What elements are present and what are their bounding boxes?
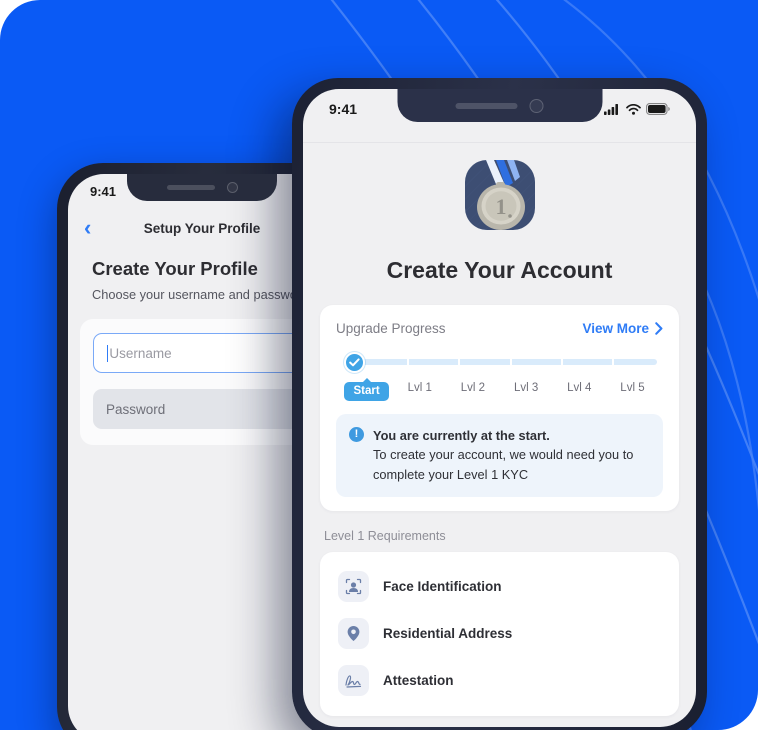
requirements-card: Face Identification Residential Address (320, 552, 679, 717)
back-phone-notch (127, 174, 277, 201)
earpiece-speaker-icon (166, 185, 215, 190)
requirement-row-attestation[interactable]: Attestation (320, 657, 679, 704)
front-phone-device: 9:41 1 Create Your Account Upgrade Progr… (292, 78, 707, 730)
password-placeholder: Password (106, 401, 166, 417)
info-headline: You are currently at the start. (373, 428, 550, 443)
upgrade-progress-card: Upgrade Progress View More Start Lvl 1 L… (320, 305, 679, 512)
status-time: 9:41 (90, 183, 117, 199)
requirement-label: Attestation (383, 673, 454, 689)
requirement-label: Residential Address (383, 626, 513, 642)
level-step-start[interactable]: Start (340, 378, 393, 401)
page-title: Create Your Account (386, 257, 613, 283)
text-caret (107, 344, 109, 362)
level-step-1[interactable]: Lvl 1 (393, 378, 446, 394)
level-step-5[interactable]: Lvl 5 (606, 378, 659, 394)
header-divider (303, 142, 696, 143)
check-circle-icon (344, 352, 365, 373)
cellular-signal-icon (604, 103, 618, 115)
wifi-icon (626, 103, 641, 115)
front-phone-notch (397, 89, 602, 122)
svg-text:1: 1 (495, 194, 506, 219)
location-pin-icon (338, 618, 369, 650)
info-exclamation-icon: ! (349, 427, 364, 442)
status-time: 9:41 (329, 101, 358, 117)
progress-tracker[interactable]: Start Lvl 1 Lvl 2 Lvl 3 Lvl 4 Lvl 5 (340, 352, 659, 401)
requirement-label: Face Identification (383, 579, 502, 595)
start-badge: Start (344, 382, 389, 401)
password-input[interactable]: Password (93, 389, 311, 429)
upgrade-card-header: Upgrade Progress View More (336, 321, 663, 336)
profile-form-card: Username Password (80, 319, 324, 445)
status-icons (604, 103, 670, 115)
hero-illustration: 1 (303, 155, 696, 245)
level-labels: Start Lvl 1 Lvl 2 Lvl 3 Lvl 4 Lvl 5 (340, 378, 659, 401)
medal-1st-place-icon: 1 (464, 160, 535, 230)
username-input[interactable]: Username (93, 333, 311, 373)
earpiece-speaker-icon (455, 102, 518, 109)
view-more-label: View More (582, 321, 649, 336)
front-camera-icon (529, 98, 544, 113)
chevron-right-icon (655, 322, 663, 335)
requirement-row-address[interactable]: Residential Address (320, 610, 679, 657)
battery-icon (646, 103, 670, 115)
username-placeholder: Username (109, 345, 172, 361)
info-body: To create your account, we would need yo… (373, 447, 634, 482)
progress-track (356, 359, 657, 365)
level-step-2[interactable]: Lvl 2 (446, 378, 499, 394)
front-phone-screen: 9:41 1 Create Your Account Upgrade Progr… (303, 89, 696, 727)
front-phone-content: 1 Create Your Account Upgrade Progress V… (303, 129, 696, 727)
screenshot-canvas: 9:41 ‹ Setup Your Profile Create Your Pr… (0, 0, 758, 730)
level-step-4[interactable]: Lvl 4 (553, 378, 606, 394)
signature-icon (338, 665, 369, 697)
requirement-row-face[interactable]: Face Identification (320, 563, 679, 610)
front-camera-icon (226, 182, 238, 193)
status-info-box: ! You are currently at the start. To cre… (336, 414, 663, 498)
view-more-button[interactable]: View More (582, 321, 663, 336)
info-box-text: You are currently at the start. To creat… (373, 426, 650, 484)
level-step-3[interactable]: Lvl 3 (500, 378, 553, 394)
chevron-left-icon[interactable]: ‹ (84, 217, 91, 239)
face-identification-icon (338, 571, 369, 603)
requirements-section-label: Level 1 Requirements (324, 529, 446, 544)
upgrade-progress-label: Upgrade Progress (336, 321, 446, 336)
